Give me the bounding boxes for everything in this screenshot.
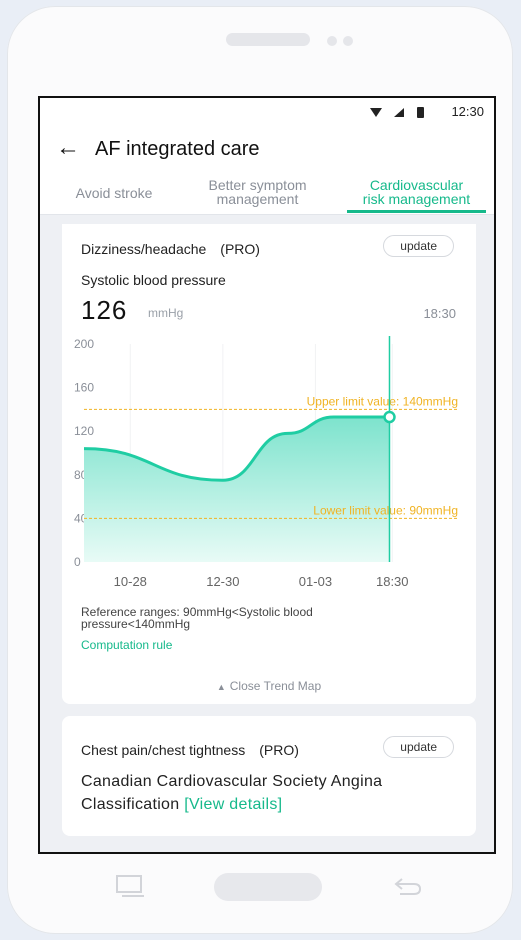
recent-apps-icon[interactable]	[114, 874, 148, 898]
view-details-link[interactable]: [View details]	[184, 796, 282, 813]
battery-icon	[417, 107, 424, 118]
tab-label-line2: risk management	[362, 191, 471, 207]
sensor-dot-icon	[343, 36, 353, 46]
card-heading: Dizziness/headache (PRO)	[81, 241, 260, 257]
x-tick-label: 12-30	[206, 574, 239, 589]
wifi-icon	[370, 108, 382, 117]
dizziness-card: Dizziness/headache (PRO) update Systolic…	[62, 224, 476, 704]
tab-cardiovascular-risk-management[interactable]: Cardiovascular risk management	[347, 178, 486, 206]
tab-label: Avoid stroke	[75, 185, 153, 201]
y-tick-label: 0	[74, 555, 81, 569]
bp-time: 18:30	[423, 306, 456, 321]
upper-limit-label: Upper limit value: 140mmHg	[307, 394, 458, 408]
tab-label-line2: management	[216, 191, 299, 207]
back-nav-icon[interactable]	[394, 876, 424, 898]
x-tick-label: 10-28	[114, 574, 147, 589]
lower-limit-label: Lower limit value: 90mmHg	[313, 503, 458, 517]
tab-label-line1: Cardiovascular	[369, 177, 464, 193]
bp-unit: mmHg	[148, 306, 184, 320]
active-tab-indicator	[347, 210, 486, 213]
tab-bar: Avoid stroke Better symptom management C…	[40, 174, 494, 215]
status-icons	[370, 107, 424, 118]
status-bar: 12:30	[40, 98, 494, 126]
bp-trend-chart: 0408012016020010-28 12-30 01-03 18:30 Upper…	[74, 336, 458, 589]
signal-icon	[394, 108, 404, 117]
chest-pain-card: Chest pain/chest tightness (PRO) update …	[62, 716, 476, 836]
camera-dot-icon	[327, 36, 337, 46]
app-header: ← AF integrated care	[40, 126, 494, 174]
close-trend-map-button[interactable]: ▲ Close Trend Map	[62, 679, 476, 693]
measure-label: Systolic blood pressure	[81, 272, 226, 288]
android-nav-bar	[38, 866, 496, 906]
caret-up-icon: ▲	[216, 682, 226, 692]
x-tick-label: 01-03	[299, 574, 332, 589]
update-button[interactable]: update	[383, 235, 454, 257]
tab-avoid-stroke[interactable]: Avoid stroke	[62, 186, 166, 200]
y-tick-label: 120	[74, 424, 94, 438]
speaker-grille	[226, 33, 310, 46]
back-arrow-icon[interactable]: ←	[56, 134, 80, 162]
x-tick-label: 18:30	[376, 574, 409, 589]
card-heading: Chest pain/chest tightness (PRO)	[81, 742, 299, 758]
reference-ranges-text: Reference ranges: 90mmHg<Systolic blood …	[81, 605, 313, 631]
tab-better-symptom-management[interactable]: Better symptom management	[190, 178, 325, 206]
app-screen: 12:30 ← AF integrated care Avoid stroke …	[38, 96, 496, 854]
close-trend-map-label: Close Trend Map	[229, 679, 322, 693]
classification-text: Canadian Cardiovascular Society Angina C…	[81, 770, 461, 816]
y-tick-label: 200	[74, 337, 94, 351]
selected-point-marker	[383, 410, 396, 424]
status-time: 12:30	[451, 104, 484, 119]
page-title: AF integrated care	[95, 138, 260, 160]
home-button[interactable]	[214, 873, 322, 901]
bp-value: 126	[81, 295, 128, 325]
update-button[interactable]: update	[383, 736, 454, 758]
y-tick-label: 160	[74, 381, 94, 395]
tab-label-line1: Better symptom	[208, 177, 307, 193]
computation-rule-link[interactable]: Computation rule	[81, 638, 172, 652]
